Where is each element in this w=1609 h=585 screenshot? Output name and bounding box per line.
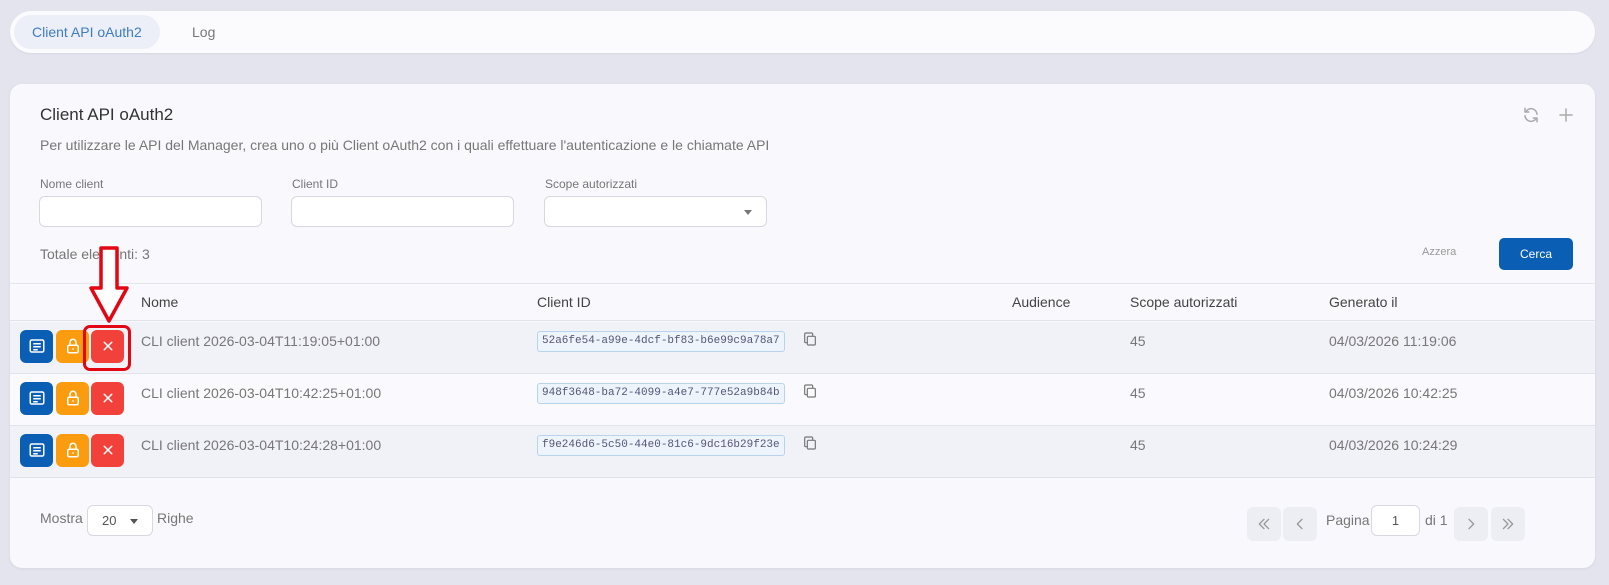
list-icon <box>29 339 44 353</box>
filter-client-id-input[interactable] <box>291 196 514 227</box>
caret-down-icon <box>744 210 752 215</box>
tab-client-api-oauth2[interactable]: Client API oAuth2 <box>14 15 160 49</box>
col-header-generated[interactable]: Generato il <box>1329 294 1397 310</box>
delete-button[interactable] <box>91 330 124 363</box>
copy-icon <box>804 436 816 450</box>
lock-button[interactable] <box>56 330 89 363</box>
col-header-client-id[interactable]: Client ID <box>537 294 591 310</box>
lock-button[interactable] <box>56 382 89 415</box>
close-icon <box>103 393 112 403</box>
table-row: CLI client 2026-03-04T10:24:28+01:00 f9e… <box>10 426 1595 478</box>
copy-icon <box>804 332 816 346</box>
close-icon <box>103 341 112 351</box>
page-number-input[interactable] <box>1371 505 1420 536</box>
tab-log[interactable]: Log <box>174 15 233 49</box>
table-header: Nome Client ID Audience Scope autorizzat… <box>10 283 1595 321</box>
search-button[interactable]: Cerca <box>1499 238 1573 270</box>
filter-scope-select[interactable] <box>544 196 767 227</box>
page-size-select[interactable]: 20 <box>87 505 153 536</box>
client-id-value: 52a6fe54-a99e-4dcf-bf83-b6e99c9a78a7 <box>537 331 785 352</box>
first-page-button[interactable] <box>1247 507 1281 541</box>
rows-label: Righe <box>157 510 194 526</box>
lock-icon <box>66 390 79 406</box>
table-row: CLI client 2026-03-04T10:42:25+01:00 948… <box>10 374 1595 426</box>
total-items: Totale elementi: 3 <box>40 246 150 262</box>
client-id-value: f9e246d6-5c50-44e0-81c6-9dc16b29f23e <box>537 435 785 456</box>
plus-icon <box>1559 108 1573 122</box>
chevron-left-icon <box>1296 518 1303 530</box>
copy-icon <box>804 384 816 398</box>
client-name: CLI client 2026-03-04T10:42:25+01:00 <box>141 385 382 401</box>
filter-name-label: Nome client <box>40 177 104 191</box>
list-icon <box>29 443 44 457</box>
list-icon <box>29 391 44 405</box>
filter-client-id-label: Client ID <box>292 177 339 191</box>
scope-count: 45 <box>1130 385 1146 401</box>
generated-date: 04/03/2026 10:24:29 <box>1329 437 1458 453</box>
generated-date: 04/03/2026 10:42:25 <box>1329 385 1458 401</box>
double-chevron-right-icon <box>1502 518 1514 530</box>
copy-button[interactable] <box>802 383 820 401</box>
lock-button[interactable] <box>56 434 89 467</box>
total-pages-label: di 1 <box>1425 512 1448 528</box>
scope-count: 45 <box>1130 333 1146 349</box>
col-header-nome[interactable]: Nome <box>141 294 178 310</box>
delete-button[interactable] <box>91 434 124 467</box>
col-header-scope[interactable]: Scope autorizzati <box>1130 294 1237 310</box>
details-button[interactable] <box>20 434 53 467</box>
client-name: CLI client 2026-03-04T10:24:28+01:00 <box>141 437 382 453</box>
generated-date: 04/03/2026 11:19:06 <box>1329 333 1457 349</box>
details-button[interactable] <box>20 330 53 363</box>
lock-icon <box>66 442 79 458</box>
add-client-button[interactable] <box>1553 102 1579 128</box>
scope-count: 45 <box>1130 437 1146 453</box>
details-button[interactable] <box>20 382 53 415</box>
client-name: CLI client 2026-03-04T11:19:05+01:00 <box>141 333 381 349</box>
client-api-card: Client API oAuth2 Per utilizzare le API … <box>10 84 1595 568</box>
client-id-value: 948f3648-ba72-4099-a4e7-777e52a9b84b <box>537 383 785 404</box>
last-page-button[interactable] <box>1491 507 1525 541</box>
filter-scope-label: Scope autorizzati <box>545 177 638 191</box>
tab-bar: Client API oAuth2 Log <box>10 11 1595 53</box>
copy-button[interactable] <box>802 435 820 453</box>
show-label: Mostra <box>40 510 83 526</box>
reset-button[interactable]: Azzera <box>1422 246 1456 258</box>
prev-page-button[interactable] <box>1283 507 1317 541</box>
lock-icon <box>66 338 79 354</box>
double-chevron-left-icon <box>1258 518 1270 530</box>
next-page-button[interactable] <box>1454 507 1488 541</box>
chevron-right-icon <box>1468 518 1475 530</box>
page-label: Pagina <box>1326 512 1370 528</box>
caret-down-icon <box>130 519 138 524</box>
card-subtitle: Per utilizzare le API del Manager, crea … <box>40 137 770 153</box>
refresh-button[interactable] <box>1518 102 1544 128</box>
refresh-icon <box>1524 107 1538 123</box>
table-row: CLI client 2026-03-04T11:19:05+01:00 52a… <box>10 322 1595 374</box>
col-header-audience[interactable]: Audience <box>1012 294 1070 310</box>
filter-name-input[interactable] <box>39 196 262 227</box>
delete-button[interactable] <box>91 382 124 415</box>
page-size-value: 20 <box>102 513 117 528</box>
copy-button[interactable] <box>802 331 820 349</box>
close-icon <box>103 445 112 455</box>
card-title: Client API oAuth2 <box>40 105 174 124</box>
